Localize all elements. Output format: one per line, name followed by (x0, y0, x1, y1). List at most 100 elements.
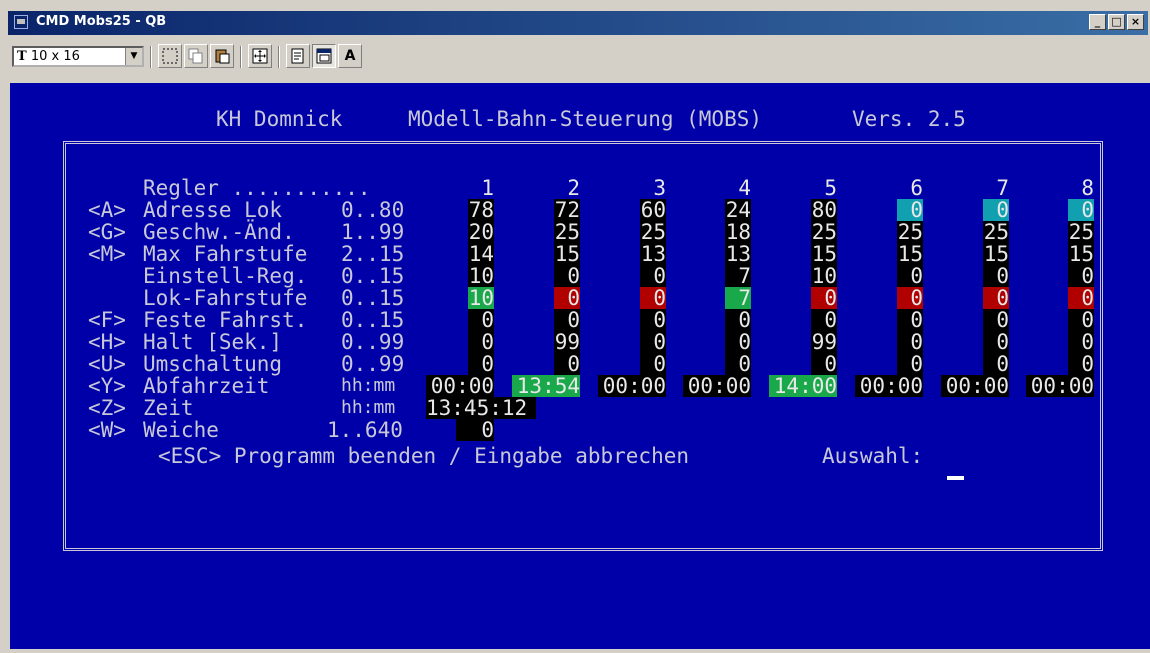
cell-lokfahr-1[interactable]: 10 (468, 287, 494, 309)
font-size-select[interactable]: T 10 x 16 ▼ (12, 46, 144, 67)
cell-einstell-6[interactable]: 0 (897, 265, 923, 287)
cell-umschalt-4[interactable]: 0 (725, 353, 751, 375)
cell-feste-3[interactable]: 0 (640, 309, 666, 331)
cell-geschw-5[interactable]: 25 (811, 221, 837, 243)
cell-umschalt-3[interactable]: 0 (640, 353, 666, 375)
cell-abfahr-4[interactable]: 00:00 (683, 375, 751, 397)
cell-halt-1[interactable]: 0 (468, 331, 494, 353)
close-button[interactable]: × (1127, 14, 1144, 30)
cell-maxfahr-1[interactable]: 14 (468, 243, 494, 265)
cell-lokfahr-2[interactable]: 0 (554, 287, 580, 309)
cell-feste-1[interactable]: 0 (468, 309, 494, 331)
cell-umschalt-1[interactable]: 0 (468, 353, 494, 375)
cell-halt-4[interactable]: 0 (725, 331, 751, 353)
cell-lokfahr-5[interactable]: 0 (811, 287, 837, 309)
cell-umschalt-8[interactable]: 0 (1068, 353, 1094, 375)
cell-adresse-4[interactable]: 24 (725, 199, 751, 221)
window-icon (316, 48, 332, 64)
cell-maxfahr-2[interactable]: 15 (554, 243, 580, 265)
cell-abfahr-2[interactable]: 13:54 (512, 375, 580, 397)
cell-einstell-2[interactable]: 0 (554, 265, 580, 287)
cell-feste-6[interactable]: 0 (897, 309, 923, 331)
cmd-app-icon[interactable] (14, 15, 28, 29)
console-area[interactable]: KH Domnick MOdell-Bahn-Steuerung (MOBS) … (10, 83, 1150, 649)
cell-lokfahr-6[interactable]: 0 (897, 287, 923, 309)
column-header: 7 (996, 176, 1009, 200)
console-window: CMD Mobs25 - QB _ □ × T 10 x 16 ▼ A KH D… (0, 0, 1150, 653)
cell-abfahr-6[interactable]: 00:00 (855, 375, 923, 397)
cell-feste-8[interactable]: 0 (1068, 309, 1094, 331)
cell-abfahr-7[interactable]: 00:00 (941, 375, 1009, 397)
cell-feste-5[interactable]: 0 (811, 309, 837, 331)
cell-maxfahr-3[interactable]: 13 (640, 243, 666, 265)
cell-abfahr-8[interactable]: 00:00 (1026, 375, 1094, 397)
cell-maxfahr-7[interactable]: 15 (983, 243, 1009, 265)
row-label-zeit: Zeit (143, 396, 194, 420)
cell-geschw-8[interactable]: 25 (1068, 221, 1094, 243)
cell-umschalt-6[interactable]: 0 (897, 353, 923, 375)
font-button[interactable]: A (338, 44, 362, 68)
cell-geschw-3[interactable]: 25 (640, 221, 666, 243)
cell-einstell-7[interactable]: 0 (983, 265, 1009, 287)
cell-einstell-1[interactable]: 10 (468, 265, 494, 287)
cell-umschalt-7[interactable]: 0 (983, 353, 1009, 375)
cell-feste-4[interactable]: 0 (725, 309, 751, 331)
header-title: MOdell-Bahn-Steuerung (MOBS) (408, 107, 763, 131)
cell-einstell-4[interactable]: 7 (725, 265, 751, 287)
cell-maxfahr-4[interactable]: 13 (725, 243, 751, 265)
background-button[interactable] (312, 44, 336, 68)
minimize-button[interactable]: _ (1089, 14, 1106, 30)
cell-adresse-7[interactable]: 0 (983, 199, 1009, 221)
cell-lokfahr-4[interactable]: 7 (725, 287, 751, 309)
title-bar[interactable]: CMD Mobs25 - QB _ □ × (8, 11, 1148, 35)
cell-maxfahr-5[interactable]: 15 (811, 243, 837, 265)
cell-halt-5[interactable]: 99 (811, 331, 837, 353)
cell-adresse-1[interactable]: 78 (468, 199, 494, 221)
cell-einstell-3[interactable]: 0 (640, 265, 666, 287)
cell-adresse-8[interactable]: 0 (1068, 199, 1094, 221)
fullscreen-button[interactable] (248, 44, 272, 68)
cell-einstell-5[interactable]: 10 (811, 265, 837, 287)
toolbar-separator (278, 46, 280, 68)
cell-halt-8[interactable]: 0 (1068, 331, 1094, 353)
paste-button[interactable] (210, 44, 234, 68)
auswahl-label: Auswahl: (822, 444, 924, 468)
copy-button[interactable] (184, 44, 208, 68)
cell-geschw-6[interactable]: 25 (897, 221, 923, 243)
mark-icon (162, 48, 178, 64)
cell-lokfahr-8[interactable]: 0 (1068, 287, 1094, 309)
cell-abfahr-1[interactable]: 00:00 (426, 375, 494, 397)
cell-halt-2[interactable]: 99 (554, 331, 580, 353)
cell-geschw-2[interactable]: 25 (554, 221, 580, 243)
cell-adresse-5[interactable]: 80 (811, 199, 837, 221)
cell-adresse-2[interactable]: 72 (554, 199, 580, 221)
cell-maxfahr-8[interactable]: 15 (1068, 243, 1094, 265)
cell-maxfahr-6[interactable]: 15 (897, 243, 923, 265)
cell-adresse-6[interactable]: 0 (897, 199, 923, 221)
maximize-button[interactable]: □ (1108, 14, 1125, 30)
cell-abfahr-3[interactable]: 00:00 (598, 375, 666, 397)
cell-lokfahr-7[interactable]: 0 (983, 287, 1009, 309)
row-range-feste: 0..15 (341, 308, 405, 332)
cell-einstell-8[interactable]: 0 (1068, 265, 1094, 287)
cell-feste-2[interactable]: 0 (554, 309, 580, 331)
cell-halt-6[interactable]: 0 (897, 331, 923, 353)
cell-adresse-3[interactable]: 60 (640, 199, 666, 221)
cell-geschw-4[interactable]: 18 (725, 221, 751, 243)
cell-abfahr-5[interactable]: 14:00 (769, 375, 837, 397)
cell-geschw-1[interactable]: 20 (468, 221, 494, 243)
chevron-down-icon[interactable]: ▼ (125, 48, 142, 65)
cell-lokfahr-3[interactable]: 0 (640, 287, 666, 309)
cell-umschalt-2[interactable]: 0 (554, 353, 580, 375)
cell-feste-7[interactable]: 0 (983, 309, 1009, 331)
text-cursor[interactable] (947, 476, 964, 480)
cell-halt-3[interactable]: 0 (640, 331, 666, 353)
weiche-value[interactable]: 0 (456, 419, 494, 441)
properties-button[interactable] (286, 44, 310, 68)
copy-icon (188, 48, 203, 64)
cell-geschw-7[interactable]: 25 (983, 221, 1009, 243)
row-key-weiche: <W> (88, 418, 126, 442)
cell-umschalt-5[interactable]: 0 (811, 353, 837, 375)
cell-halt-7[interactable]: 0 (983, 331, 1009, 353)
mark-button[interactable] (158, 44, 182, 68)
